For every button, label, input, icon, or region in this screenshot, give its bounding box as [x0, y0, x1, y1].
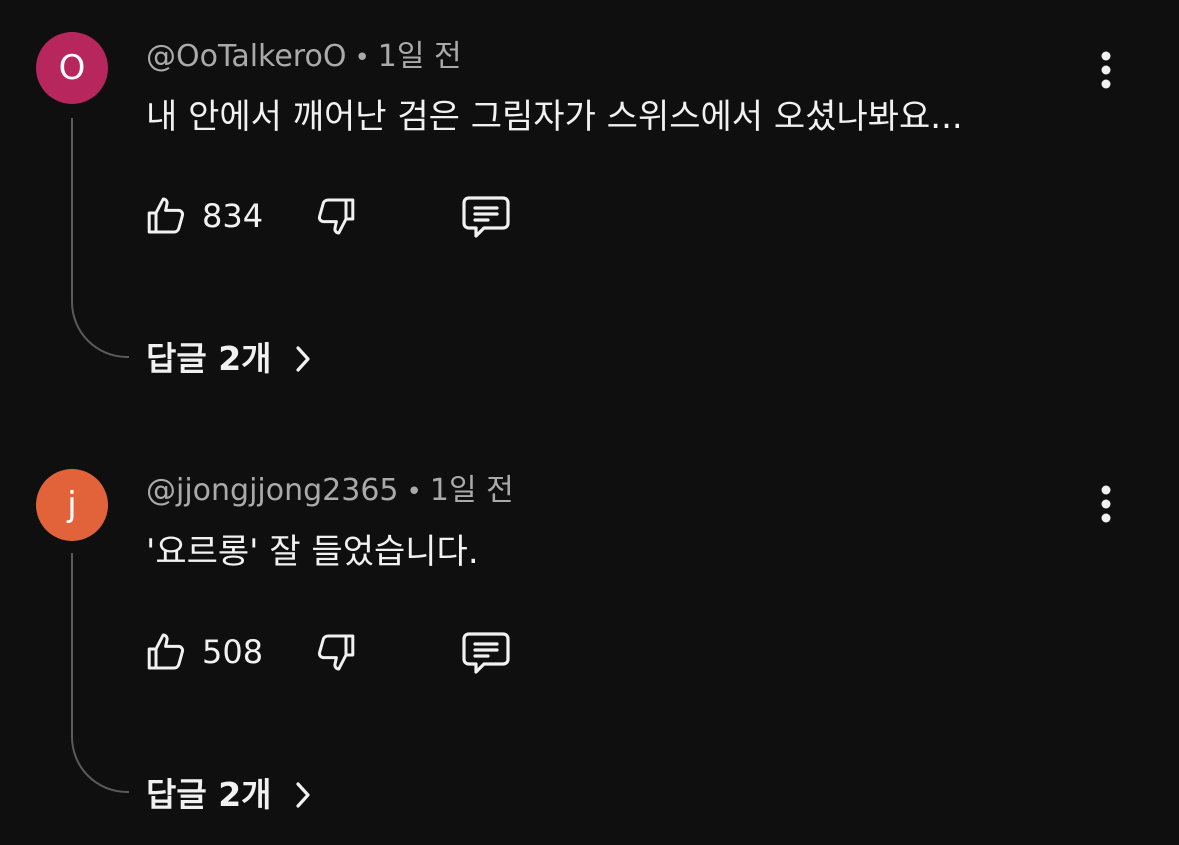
dislike-button[interactable]	[312, 188, 360, 244]
comment-text: '요르롱' 잘 들었습니다.	[146, 532, 479, 572]
comment-time: 1일 전	[377, 39, 462, 74]
like-count: 834	[202, 197, 264, 235]
meta-separator: •	[406, 476, 422, 507]
thumb-up-icon	[147, 197, 185, 234]
comment-time: 1일 전	[429, 473, 514, 508]
reply-button[interactable]	[458, 624, 514, 680]
meta-separator: •	[354, 42, 370, 73]
avatar-letter: j	[67, 485, 77, 525]
like-button[interactable]: 508	[142, 624, 263, 680]
replies-label: 답글 2개	[146, 775, 272, 814]
comment-icon	[462, 632, 510, 674]
avatar[interactable]: O	[36, 32, 108, 104]
comment-actions: 834	[142, 188, 542, 244]
view-replies-link[interactable]: 답글 2개	[146, 342, 312, 375]
view-replies-link[interactable]: 답글 2개	[146, 778, 312, 811]
thumb-down-icon	[317, 198, 355, 235]
thread-line	[71, 118, 129, 358]
reply-button[interactable]	[458, 188, 514, 244]
comment-meta: @jjongjjong2365 • 1일 전	[146, 476, 514, 506]
chevron-right-icon	[294, 344, 312, 374]
like-button[interactable]: 834	[142, 188, 263, 244]
more-vertical-icon	[1101, 485, 1111, 523]
comment-text: 내 안에서 깨어난 검은 그림자가 스위스에서 오셨나봐요...	[146, 97, 963, 137]
avatar[interactable]: j	[36, 469, 108, 541]
more-options-button[interactable]	[1088, 45, 1124, 95]
comment-meta: @OoTalkeroO • 1일 전	[146, 42, 462, 72]
more-vertical-icon	[1101, 51, 1111, 89]
author-name[interactable]: @OoTalkeroO	[146, 39, 346, 74]
more-options-button[interactable]	[1088, 479, 1124, 529]
dislike-button[interactable]	[312, 624, 360, 680]
comment-icon	[462, 196, 510, 238]
thumb-up-icon	[147, 633, 185, 670]
thread-line	[71, 553, 129, 793]
author-name[interactable]: @jjongjjong2365	[146, 473, 399, 508]
avatar-letter: O	[58, 48, 86, 88]
thumb-down-icon	[317, 634, 355, 671]
like-count: 508	[202, 633, 264, 671]
replies-label: 답글 2개	[146, 339, 272, 378]
comment-actions: 508	[142, 624, 542, 680]
comments-screen: O @OoTalkeroO • 1일 전 내 안에서 깨어난 검은 그림자가 스위스…	[0, 0, 1179, 845]
chevron-right-icon	[294, 780, 312, 810]
